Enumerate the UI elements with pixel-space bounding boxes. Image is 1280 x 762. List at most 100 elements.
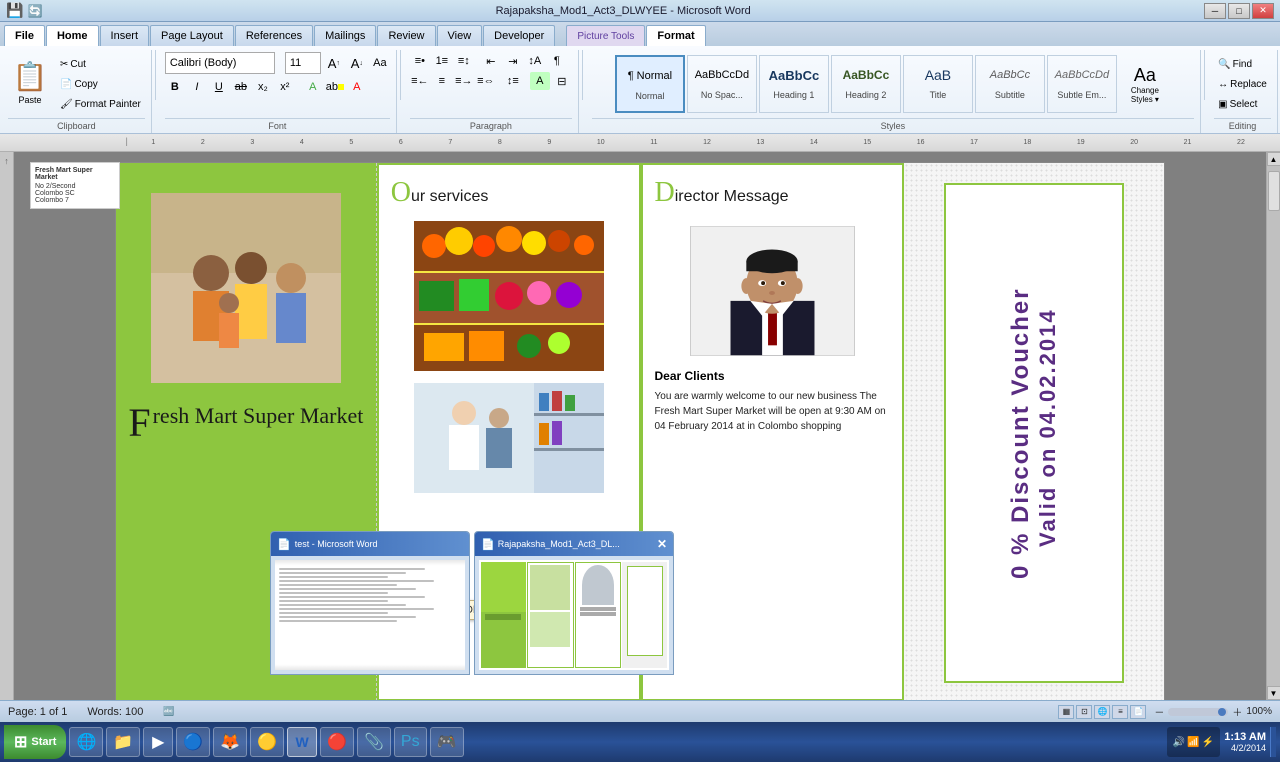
clear-format-button[interactable]: Aa <box>370 54 390 72</box>
replace-button[interactable]: ↔Replace <box>1214 75 1271 93</box>
tab-format[interactable]: Format <box>646 25 705 46</box>
tab-home[interactable]: Home <box>46 25 99 46</box>
popup-brochure-close[interactable]: ✕ <box>657 537 667 551</box>
tab-picture-tools[interactable]: Picture Tools <box>566 25 645 46</box>
tab-references[interactable]: References <box>235 25 313 46</box>
vertical-scrollbar[interactable]: ▲ ▼ <box>1266 152 1280 700</box>
page-info: Page: 1 of 1 <box>8 706 67 718</box>
preview-panel-1 <box>481 562 526 668</box>
copy-button[interactable]: 📄Copy <box>56 75 145 93</box>
show-hide-button[interactable]: ¶ <box>547 52 567 70</box>
produce-photo <box>414 221 604 371</box>
font-name-input[interactable]: Calibri (Body) <box>165 52 275 74</box>
increase-indent-button[interactable]: ⇥ <box>503 52 523 70</box>
taskbar-icon-media[interactable]: ▶ <box>143 727 173 757</box>
strikethrough-button[interactable]: ab <box>231 78 251 96</box>
taskbar-icon-browser[interactable]: 🌐 <box>69 727 103 757</box>
change-styles-button[interactable]: Aa ChangeStyles ▾ <box>1119 63 1171 106</box>
ribbon: 📋 Paste ✂Cut 📄Copy 🖌Format Painter Clipb… <box>0 46 1280 134</box>
taskbar-icon-folder[interactable]: 📁 <box>106 727 140 757</box>
tab-file[interactable]: File <box>4 25 45 46</box>
font-grow-button[interactable]: A↑ <box>324 54 344 72</box>
zoom-in-button[interactable]: ＋ <box>1232 704 1242 719</box>
full-screen-button[interactable]: ⊡ <box>1076 705 1092 719</box>
style-heading2[interactable]: AaBbCc Heading 2 <box>831 55 901 113</box>
font-shrink-button[interactable]: A↓ <box>347 54 367 72</box>
taskbar-icon-opera[interactable]: 🔴 <box>320 727 354 757</box>
tab-review[interactable]: Review <box>377 25 435 46</box>
scroll-down-button[interactable]: ▼ <box>1267 686 1280 700</box>
italic-button[interactable]: I <box>187 78 207 96</box>
clock-display: 1:13 AM 4/2/2014 <box>1224 731 1266 753</box>
tab-view[interactable]: View <box>437 25 483 46</box>
format-painter-button[interactable]: 🖌Format Painter <box>56 95 145 113</box>
taskbar-word-button[interactable]: W <box>287 727 317 757</box>
address-line-3: Colombo SC <box>35 190 115 197</box>
superscript-button[interactable]: x² <box>275 78 295 96</box>
shading-button[interactable]: A <box>530 72 550 90</box>
taskbar-icon-misc1[interactable]: 📎 <box>357 727 391 757</box>
print-layout-button[interactable]: ▦ <box>1058 705 1074 719</box>
title-bar-controls[interactable]: ─ □ ✕ <box>1204 3 1274 19</box>
style-normal[interactable]: ¶ Normal Normal <box>615 55 685 113</box>
line-spacing-button[interactable]: ↕≡ <box>503 72 523 90</box>
select-button[interactable]: ▣Select <box>1214 95 1261 113</box>
paste-button[interactable]: 📋 Paste <box>8 56 52 112</box>
zoom-out-button[interactable]: － <box>1154 704 1164 719</box>
style-subtle-em[interactable]: AaBbCcDd Subtle Em... <box>1047 55 1117 113</box>
popup-test-titlebar: 📄 test - Microsoft Word <box>271 532 469 556</box>
bold-button[interactable]: B <box>165 78 185 96</box>
taskbar-icon-chrome[interactable]: 🟡 <box>250 727 284 757</box>
outline-view-button[interactable]: ≡ <box>1112 705 1128 719</box>
style-heading1[interactable]: AaBbCc Heading 1 <box>759 55 829 113</box>
taskbar-right: 🔊 📶 ⚡ 1:13 AM 4/2/2014 <box>1167 727 1276 757</box>
tab-page-layout[interactable]: Page Layout <box>150 25 234 46</box>
close-button[interactable]: ✕ <box>1252 3 1274 19</box>
cut-button[interactable]: ✂Cut <box>56 55 145 73</box>
scroll-thumb[interactable] <box>1268 171 1280 211</box>
border-button[interactable]: ⊟ <box>552 72 572 90</box>
minimize-button[interactable]: ─ <box>1204 3 1226 19</box>
align-center-button[interactable]: ≡ <box>432 72 452 90</box>
font-size-input[interactable]: 11 <box>285 52 321 74</box>
popup-word-test[interactable]: 📄 test - Microsoft Word <box>270 531 470 675</box>
text-highlight-button[interactable]: ab▬ <box>325 78 345 96</box>
underline-button[interactable]: U <box>209 78 229 96</box>
tab-developer[interactable]: Developer <box>483 25 555 46</box>
decrease-indent-button[interactable]: ⇤ <box>481 52 501 70</box>
style-title[interactable]: AaB Title <box>903 55 973 113</box>
ribbon-separator-2 <box>400 50 401 100</box>
justify-button[interactable]: ≡⇔ <box>476 72 496 90</box>
taskbar-icon-misc2[interactable]: 🎮 <box>430 727 464 757</box>
text-effects-button[interactable]: A <box>303 78 323 96</box>
web-layout-button[interactable]: 🌐 <box>1094 705 1110 719</box>
draft-view-button[interactable]: 📄 <box>1130 705 1146 719</box>
popup-word-brochure[interactable]: 📄 Rajapaksha_Mod1_Act3_DL... ✕ <box>474 531 674 675</box>
subscript-button[interactable]: x₂ <box>253 78 273 96</box>
bullets-button[interactable]: ≡• <box>410 52 430 70</box>
multilevel-button[interactable]: ≡↕ <box>454 52 474 70</box>
find-button[interactable]: 🔍Find <box>1214 55 1256 73</box>
panel1-title-text: resh Mart Super Market <box>153 403 364 428</box>
maximize-button[interactable]: □ <box>1228 3 1250 19</box>
style-subtitle[interactable]: AaBbCc Subtitle <box>975 55 1045 113</box>
scroll-up-button[interactable]: ▲ <box>1267 152 1280 166</box>
align-left-button[interactable]: ≡← <box>410 72 430 90</box>
popup-test-preview <box>275 560 465 670</box>
taskbar-icon-photoshop[interactable]: Ps <box>394 727 427 757</box>
panel3-header: Director Message <box>643 165 903 221</box>
taskbar-icon-firefox[interactable]: 🦊 <box>213 727 247 757</box>
show-desktop-button[interactable] <box>1270 727 1276 757</box>
font-color-button[interactable]: A <box>347 78 367 96</box>
zoom-slider[interactable] <box>1168 708 1228 716</box>
address-line-2: No 2/Second <box>35 183 115 190</box>
tab-insert[interactable]: Insert <box>100 25 150 46</box>
taskbar-icon-ie[interactable]: 🔵 <box>176 727 210 757</box>
start-button[interactable]: ⊞ Start <box>4 725 66 759</box>
brochure-panel-4: 0 % Discount Voucher Valid on 04.02.2014 <box>904 163 1164 700</box>
sort-button[interactable]: ↕A <box>525 52 545 70</box>
numbering-button[interactable]: 1≡ <box>432 52 452 70</box>
style-no-spacing[interactable]: AaBbCcDd No Spac... <box>687 55 757 113</box>
align-right-button[interactable]: ≡→ <box>454 72 474 90</box>
tab-mailings[interactable]: Mailings <box>314 25 376 46</box>
